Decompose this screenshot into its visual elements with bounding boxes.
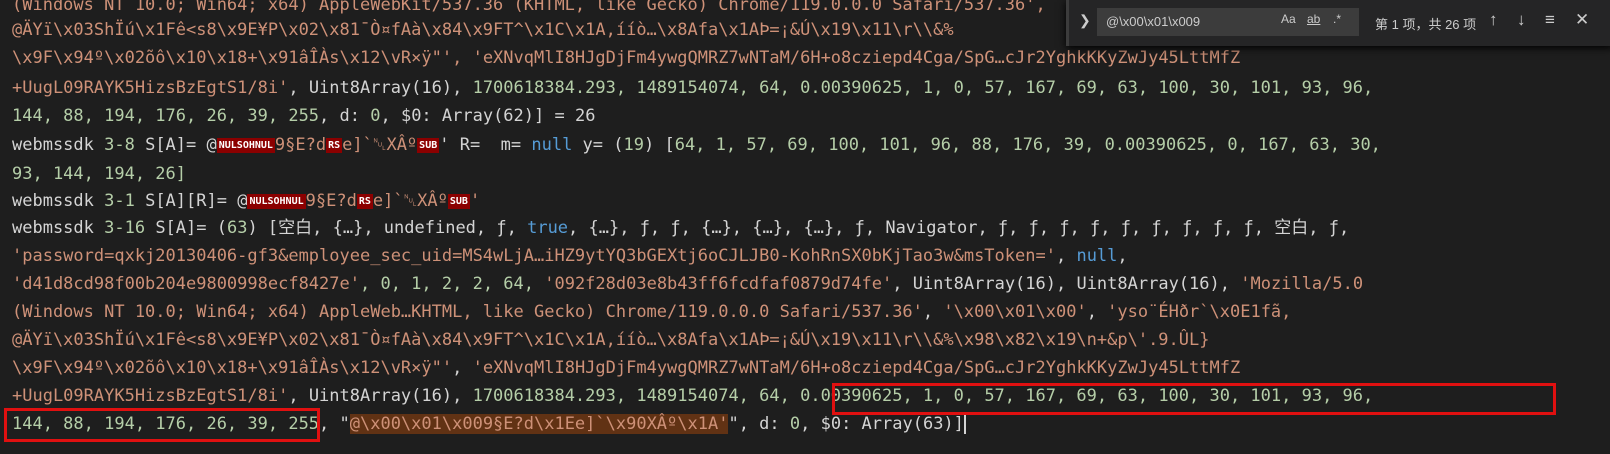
console-line[interactable]: webmssdk 3-16 S[A]= (63) [空白, {…}, undef… <box>12 216 1349 241</box>
control-char-badge: SUB <box>447 193 470 209</box>
close-icon[interactable]: ✕ <box>1575 10 1589 30</box>
control-char-badge: RS <box>326 137 343 153</box>
red-annotation-box <box>832 383 1556 415</box>
search-match-highlight: @\x00\x01\x009§E?d\x1Ee]`\x90XÂº\x1A' <box>349 414 729 434</box>
arrow-up-icon[interactable]: ↑ <box>1489 10 1498 30</box>
console-line: (Windows NT 10.0; Win64; x64) AppleWeb…K… <box>12 302 1292 322</box>
chevron-right-icon[interactable]: ❯ <box>1079 12 1091 29</box>
console-line: +UugL09RAYK5HizsBzEgtS1/8i', Uint8Array(… <box>12 78 1374 98</box>
control-char-badge: RS <box>356 193 373 209</box>
console-line: 93, 144, 194, 26] <box>12 164 186 184</box>
regex-toggle[interactable]: .* <box>1333 12 1341 26</box>
console-line: 144, 88, 194, 176, 26, 39, 255, d: 0, $0… <box>12 106 596 126</box>
console-line: webmssdk 3-8 S[A]= @ NULSOHNUL 9§E?d RS e]`␀… <box>12 135 1381 155</box>
console-line: (Windows NT 10.0; Win64; x64) AppleWebKi… <box>12 0 1046 15</box>
match-case-toggle[interactable]: Aa <box>1281 12 1296 26</box>
find-widget: ❯ @\x00\x01\x009 Aa ab .* 第 1 项，共 26 项 ↑… <box>1066 0 1610 46</box>
control-char-badge: SUB <box>417 137 440 153</box>
console-line: \x9F\x94º\x02õô\x10\x18+\x91âÎÀs\x12\vR×… <box>12 48 1241 68</box>
console-line: webmssdk 3-1 S[A][R]= @ NULSOHNUL 9§E?d RS e… <box>12 191 481 211</box>
console-line: @ÄYï\x03ShÏú\x1Fê<s8\x9E¥P\x02\x81¯Ò¤fAà… <box>12 20 954 40</box>
whole-word-toggle[interactable]: ab <box>1307 12 1320 26</box>
text-cursor <box>963 414 966 434</box>
hamburger-icon[interactable]: ≡ <box>1545 10 1555 30</box>
control-char-badge: NULSOHNUL <box>216 137 275 153</box>
console-line: 'd41d8cd98f00b204e9800998ecf8427e', 0, 1… <box>12 274 1364 294</box>
red-annotation-box <box>4 408 320 442</box>
console-line: 'password=qxkj20130406-gf3&employee_sec_… <box>12 246 1128 266</box>
arrow-down-icon[interactable]: ↓ <box>1517 10 1526 30</box>
control-char-badge: NULSOHNUL <box>247 193 306 209</box>
console-line: @ÄYï\x03ShÏú\x1Fê<s8\x9E¥P\x02\x81¯Ò¤fAà… <box>12 330 1210 350</box>
match-count: 第 1 项，共 26 项 <box>1375 17 1477 32</box>
console-line: \x9F\x94º\x02õô\x10\x18+\x91âÎÀs\x12\vR×… <box>12 358 1241 378</box>
